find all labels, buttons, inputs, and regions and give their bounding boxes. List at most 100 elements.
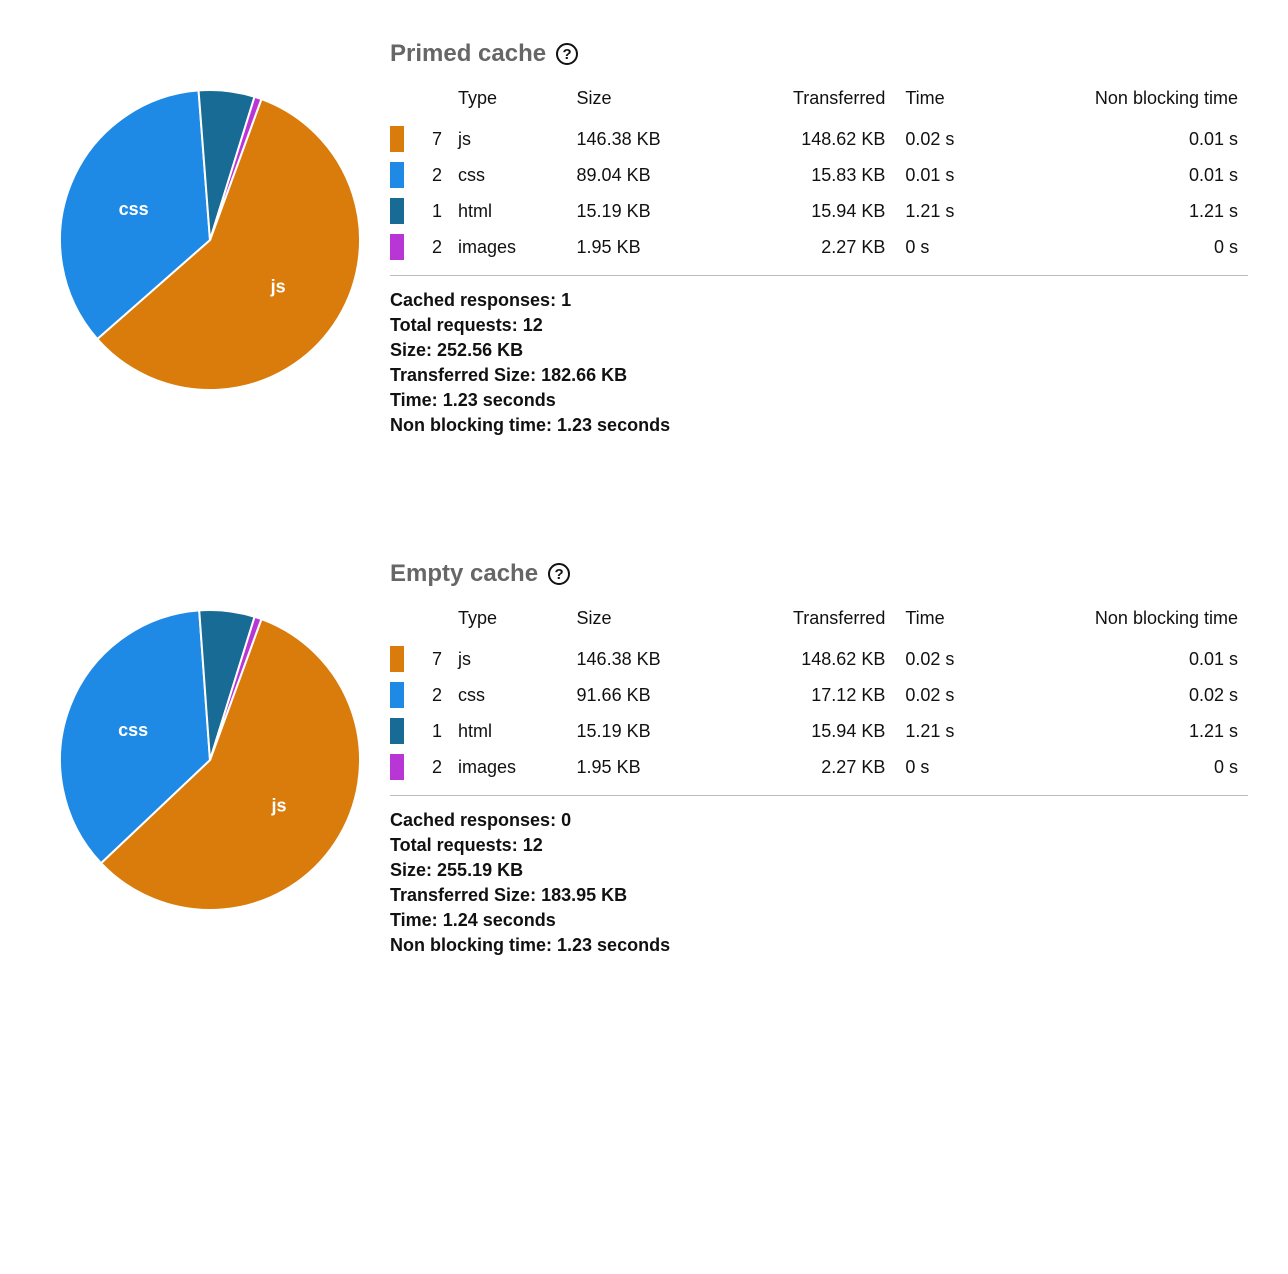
table-row: 1 html 15.19 KB 15.94 KB 1.21 s 1.21 s xyxy=(390,193,1248,229)
pie-chart: js css xyxy=(50,600,370,920)
row-type: html xyxy=(448,713,567,749)
summary-cached: Cached responses: 0 xyxy=(390,810,1248,831)
swatch-css xyxy=(390,162,404,188)
row-transferred: 2.27 KB xyxy=(725,749,896,785)
row-size: 1.95 KB xyxy=(567,229,725,265)
th-type: Type xyxy=(448,82,567,121)
table-row: 7 js 146.38 KB 148.62 KB 0.02 s 0.01 s xyxy=(390,121,1248,157)
row-nbt: 0.01 s xyxy=(1000,157,1248,193)
row-transferred: 148.62 KB xyxy=(725,641,896,677)
row-nbt: 0.02 s xyxy=(1000,677,1248,713)
th-type: Type xyxy=(448,602,567,641)
row-size: 15.19 KB xyxy=(567,193,725,229)
th-time: Time xyxy=(895,602,1000,641)
row-transferred: 15.94 KB xyxy=(725,713,896,749)
row-nbt: 0 s xyxy=(1000,749,1248,785)
table-row: 2 images 1.95 KB 2.27 KB 0 s 0 s xyxy=(390,749,1248,785)
row-count: 1 xyxy=(414,713,448,749)
summary-size: Size: 255.19 KB xyxy=(390,860,1248,881)
th-transferred: Transferred xyxy=(725,82,896,121)
th-time: Time xyxy=(895,82,1000,121)
swatch-images xyxy=(390,754,404,780)
row-nbt: 0.01 s xyxy=(1000,121,1248,157)
row-count: 2 xyxy=(414,229,448,265)
row-size: 1.95 KB xyxy=(567,749,725,785)
summary-total: Total requests: 12 xyxy=(390,315,1248,336)
divider xyxy=(390,275,1248,276)
row-transferred: 148.62 KB xyxy=(725,121,896,157)
row-transferred: 17.12 KB xyxy=(725,677,896,713)
row-count: 2 xyxy=(414,677,448,713)
section-empty: js css Empty cache ? Type Size Transferre… xyxy=(40,560,1248,960)
th-transferred: Transferred xyxy=(725,602,896,641)
row-type: images xyxy=(448,229,567,265)
th-nbt: Non blocking time xyxy=(1000,602,1248,641)
summary-tsize: Transferred Size: 182.66 KB xyxy=(390,365,1248,386)
summary-nbt: Non blocking time: 1.23 seconds xyxy=(390,935,1248,956)
summary-cached: Cached responses: 1 xyxy=(390,290,1248,311)
row-type: html xyxy=(448,193,567,229)
row-transferred: 15.83 KB xyxy=(725,157,896,193)
row-time: 0.02 s xyxy=(895,641,1000,677)
row-nbt: 0 s xyxy=(1000,229,1248,265)
row-time: 0.02 s xyxy=(895,121,1000,157)
row-time: 1.21 s xyxy=(895,193,1000,229)
row-type: js xyxy=(448,641,567,677)
th-size: Size xyxy=(567,602,725,641)
row-time: 0 s xyxy=(895,749,1000,785)
table-row: 1 html 15.19 KB 15.94 KB 1.21 s 1.21 s xyxy=(390,713,1248,749)
row-count: 1 xyxy=(414,193,448,229)
help-icon[interactable]: ? xyxy=(548,563,570,585)
resource-table: Type Size Transferred Time Non blocking … xyxy=(390,602,1248,785)
row-time: 0.01 s xyxy=(895,157,1000,193)
row-time: 1.21 s xyxy=(895,713,1000,749)
row-type: images xyxy=(448,749,567,785)
summary-time: Time: 1.23 seconds xyxy=(390,390,1248,411)
resource-table: Type Size Transferred Time Non blocking … xyxy=(390,82,1248,265)
row-count: 7 xyxy=(414,641,448,677)
summary-tsize: Transferred Size: 183.95 KB xyxy=(390,885,1248,906)
table-row: 7 js 146.38 KB 148.62 KB 0.02 s 0.01 s xyxy=(390,641,1248,677)
pie-chart-container: js css xyxy=(40,40,380,400)
row-time: 0.02 s xyxy=(895,677,1000,713)
row-type: css xyxy=(448,157,567,193)
swatch-js xyxy=(390,126,404,152)
pie-label-js: js xyxy=(270,277,286,297)
th-nbt: Non blocking time xyxy=(1000,82,1248,121)
summary-time: Time: 1.24 seconds xyxy=(390,910,1248,931)
swatch-html xyxy=(390,198,404,224)
row-transferred: 2.27 KB xyxy=(725,229,896,265)
table-row: 2 css 89.04 KB 15.83 KB 0.01 s 0.01 s xyxy=(390,157,1248,193)
row-count: 2 xyxy=(414,749,448,785)
row-count: 2 xyxy=(414,157,448,193)
section-primed: js css Primed cache ? Type Size Transferr… xyxy=(40,40,1248,440)
pie-chart: js css xyxy=(50,80,370,400)
divider xyxy=(390,795,1248,796)
row-transferred: 15.94 KB xyxy=(725,193,896,229)
summary-size: Size: 252.56 KB xyxy=(390,340,1248,361)
summary-total: Total requests: 12 xyxy=(390,835,1248,856)
row-nbt: 0.01 s xyxy=(1000,641,1248,677)
table-row: 2 images 1.95 KB 2.27 KB 0 s 0 s xyxy=(390,229,1248,265)
table-row: 2 css 91.66 KB 17.12 KB 0.02 s 0.02 s xyxy=(390,677,1248,713)
section-title: Empty cache xyxy=(390,560,538,588)
swatch-images xyxy=(390,234,404,260)
th-size: Size xyxy=(567,82,725,121)
swatch-css xyxy=(390,682,404,708)
section-title: Primed cache xyxy=(390,40,546,68)
row-count: 7 xyxy=(414,121,448,157)
row-size: 146.38 KB xyxy=(567,641,725,677)
pie-label-js: js xyxy=(270,795,286,815)
row-size: 89.04 KB xyxy=(567,157,725,193)
swatch-html xyxy=(390,718,404,744)
summary-nbt: Non blocking time: 1.23 seconds xyxy=(390,415,1248,436)
row-nbt: 1.21 s xyxy=(1000,713,1248,749)
swatch-js xyxy=(390,646,404,672)
pie-label-css: css xyxy=(118,720,148,740)
help-icon[interactable]: ? xyxy=(556,43,578,65)
row-size: 146.38 KB xyxy=(567,121,725,157)
row-size: 15.19 KB xyxy=(567,713,725,749)
pie-label-css: css xyxy=(119,199,149,219)
row-nbt: 1.21 s xyxy=(1000,193,1248,229)
pie-chart-container: js css xyxy=(40,560,380,920)
